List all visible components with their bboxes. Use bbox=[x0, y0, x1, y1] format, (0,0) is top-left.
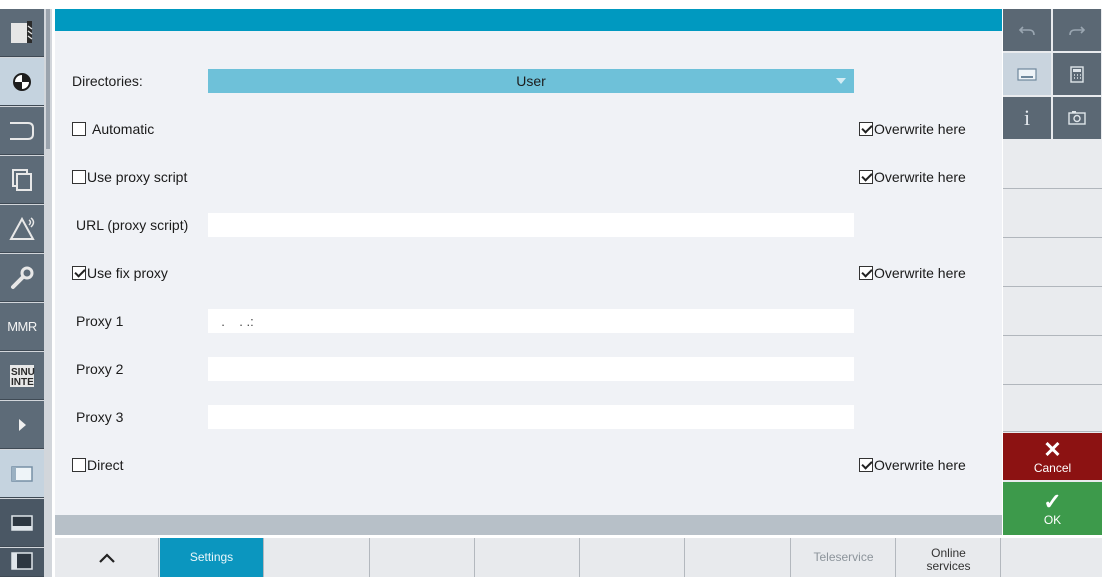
info-icon[interactable]: i bbox=[1003, 97, 1051, 139]
teleservice-softkey[interactable]: Teleservice bbox=[792, 538, 896, 577]
machine-icon[interactable] bbox=[0, 9, 44, 57]
proxy2-input[interactable] bbox=[208, 357, 854, 381]
expand-arrow-icon[interactable] bbox=[0, 401, 44, 449]
automatic-label: Automatic bbox=[92, 121, 155, 137]
diagnostics-icon[interactable] bbox=[0, 205, 44, 253]
direct-checkbox[interactable] bbox=[72, 458, 86, 472]
program-manager-icon[interactable] bbox=[0, 107, 44, 155]
use-fix-proxy-checkbox-row[interactable]: Use fix proxy bbox=[72, 263, 168, 283]
vertical-softkey-3[interactable] bbox=[1003, 239, 1102, 287]
overwrite-here-checkbox[interactable] bbox=[859, 458, 873, 472]
vertical-softkey-4[interactable] bbox=[1003, 288, 1102, 336]
proxy1-input[interactable] bbox=[208, 309, 854, 333]
window-layout-icon[interactable] bbox=[0, 548, 44, 577]
directories-label: Directories: bbox=[72, 73, 143, 89]
calculator-icon[interactable] bbox=[1053, 53, 1101, 95]
url-proxy-script-input[interactable] bbox=[208, 213, 854, 237]
redo-icon[interactable] bbox=[1053, 9, 1101, 51]
undo-icon[interactable] bbox=[1003, 9, 1051, 51]
proxy1-label: Proxy 1 bbox=[76, 313, 124, 329]
proxy-settings-panel: Directories: User Automatic Overwrite he… bbox=[55, 9, 1002, 515]
chevron-up-icon[interactable] bbox=[55, 538, 159, 577]
softkey-empty-7[interactable] bbox=[686, 538, 791, 577]
close-icon: ✕ bbox=[1043, 436, 1062, 462]
status-strip bbox=[55, 515, 1002, 535]
direct-checkbox-row[interactable]: Direct bbox=[72, 455, 124, 475]
setup-icon[interactable] bbox=[0, 254, 44, 302]
overwrite-here-label: Overwrite here bbox=[874, 457, 966, 473]
use-fix-proxy-label: Use fix proxy bbox=[87, 265, 168, 281]
mmr-icon[interactable]: MMR bbox=[0, 303, 44, 351]
use-proxy-script-checkbox[interactable] bbox=[72, 170, 86, 184]
use-proxy-script-label: Use proxy script bbox=[87, 169, 188, 185]
url-proxy-script-label: URL (proxy script) bbox=[76, 217, 189, 233]
settings-label: Settings bbox=[189, 550, 234, 564]
window-layout-icon[interactable] bbox=[0, 450, 44, 498]
proxy3-label: Proxy 3 bbox=[76, 409, 124, 425]
overwrite-here-checkbox[interactable] bbox=[859, 266, 873, 280]
horizontal-softkey-bar: Settings Teleservice Online services bbox=[55, 538, 1102, 577]
overwrite-here-label: Overwrite here bbox=[874, 169, 966, 185]
overwrite-here-direct[interactable]: Overwrite here bbox=[859, 455, 966, 475]
vertical-softkey-6[interactable] bbox=[1003, 386, 1102, 432]
scroll-grip[interactable] bbox=[46, 9, 50, 149]
softkey-empty-5[interactable] bbox=[476, 538, 580, 577]
screenshot-icon[interactable] bbox=[1053, 97, 1101, 139]
ok-button[interactable]: ✓ OK bbox=[1003, 482, 1102, 535]
checkmark-icon: ✓ bbox=[1043, 488, 1062, 514]
teleservice-label: Teleservice bbox=[813, 550, 874, 564]
parameter-icon[interactable] bbox=[0, 156, 44, 204]
keyboard-icon[interactable] bbox=[1003, 53, 1051, 95]
sinumerik-integrate-icon[interactable]: SINU INTE bbox=[0, 352, 44, 400]
program-icon[interactable] bbox=[0, 58, 44, 106]
automatic-checkbox[interactable] bbox=[72, 122, 86, 136]
softkey-empty-4[interactable] bbox=[371, 538, 475, 577]
svg-text:INTE: INTE bbox=[11, 377, 34, 388]
vertical-softkey-bar: i ✕ Cancel ✓ OK bbox=[1003, 9, 1102, 535]
vertical-softkey-2[interactable] bbox=[1003, 190, 1102, 238]
cancel-label: Cancel bbox=[1033, 460, 1072, 475]
proxy2-label: Proxy 2 bbox=[76, 361, 124, 377]
softkey-empty-3[interactable] bbox=[265, 538, 370, 577]
window-layout-icon[interactable] bbox=[0, 499, 44, 547]
overwrite-here-proxy-script[interactable]: Overwrite here bbox=[859, 167, 966, 187]
overwrite-here-automatic[interactable]: Overwrite here bbox=[859, 119, 966, 139]
overwrite-here-label: Overwrite here bbox=[874, 265, 966, 281]
settings-softkey[interactable]: Settings bbox=[160, 538, 264, 577]
overwrite-here-fix-proxy[interactable]: Overwrite here bbox=[859, 263, 966, 283]
vertical-softkey-5[interactable] bbox=[1003, 337, 1102, 385]
vertical-softkey-1[interactable] bbox=[1003, 141, 1102, 189]
softkey-empty-10[interactable] bbox=[1002, 538, 1102, 577]
online-services-label: Online services bbox=[926, 545, 971, 573]
left-vertical-toolbar: MMR SINU INTE bbox=[0, 9, 52, 577]
use-fix-proxy-checkbox[interactable] bbox=[72, 266, 86, 280]
automatic-checkbox-row[interactable]: Automatic bbox=[72, 119, 154, 139]
cancel-button[interactable]: ✕ Cancel bbox=[1003, 433, 1102, 480]
panel-header-bar bbox=[55, 9, 1002, 31]
softkey-empty-6[interactable] bbox=[581, 538, 685, 577]
direct-label: Direct bbox=[87, 457, 124, 473]
overwrite-here-checkbox[interactable] bbox=[859, 170, 873, 184]
overwrite-here-checkbox[interactable] bbox=[859, 122, 873, 136]
ok-label: OK bbox=[1043, 512, 1062, 527]
use-proxy-script-checkbox-row[interactable]: Use proxy script bbox=[72, 167, 187, 187]
directories-dropdown[interactable]: User bbox=[208, 69, 854, 93]
mmr-label: MMR bbox=[7, 319, 37, 334]
proxy3-input[interactable] bbox=[208, 405, 854, 429]
online-services-softkey[interactable]: Online services bbox=[897, 538, 1001, 577]
overwrite-here-label: Overwrite here bbox=[874, 121, 966, 137]
directories-value: User bbox=[516, 73, 546, 89]
chevron-down-icon bbox=[836, 78, 846, 84]
